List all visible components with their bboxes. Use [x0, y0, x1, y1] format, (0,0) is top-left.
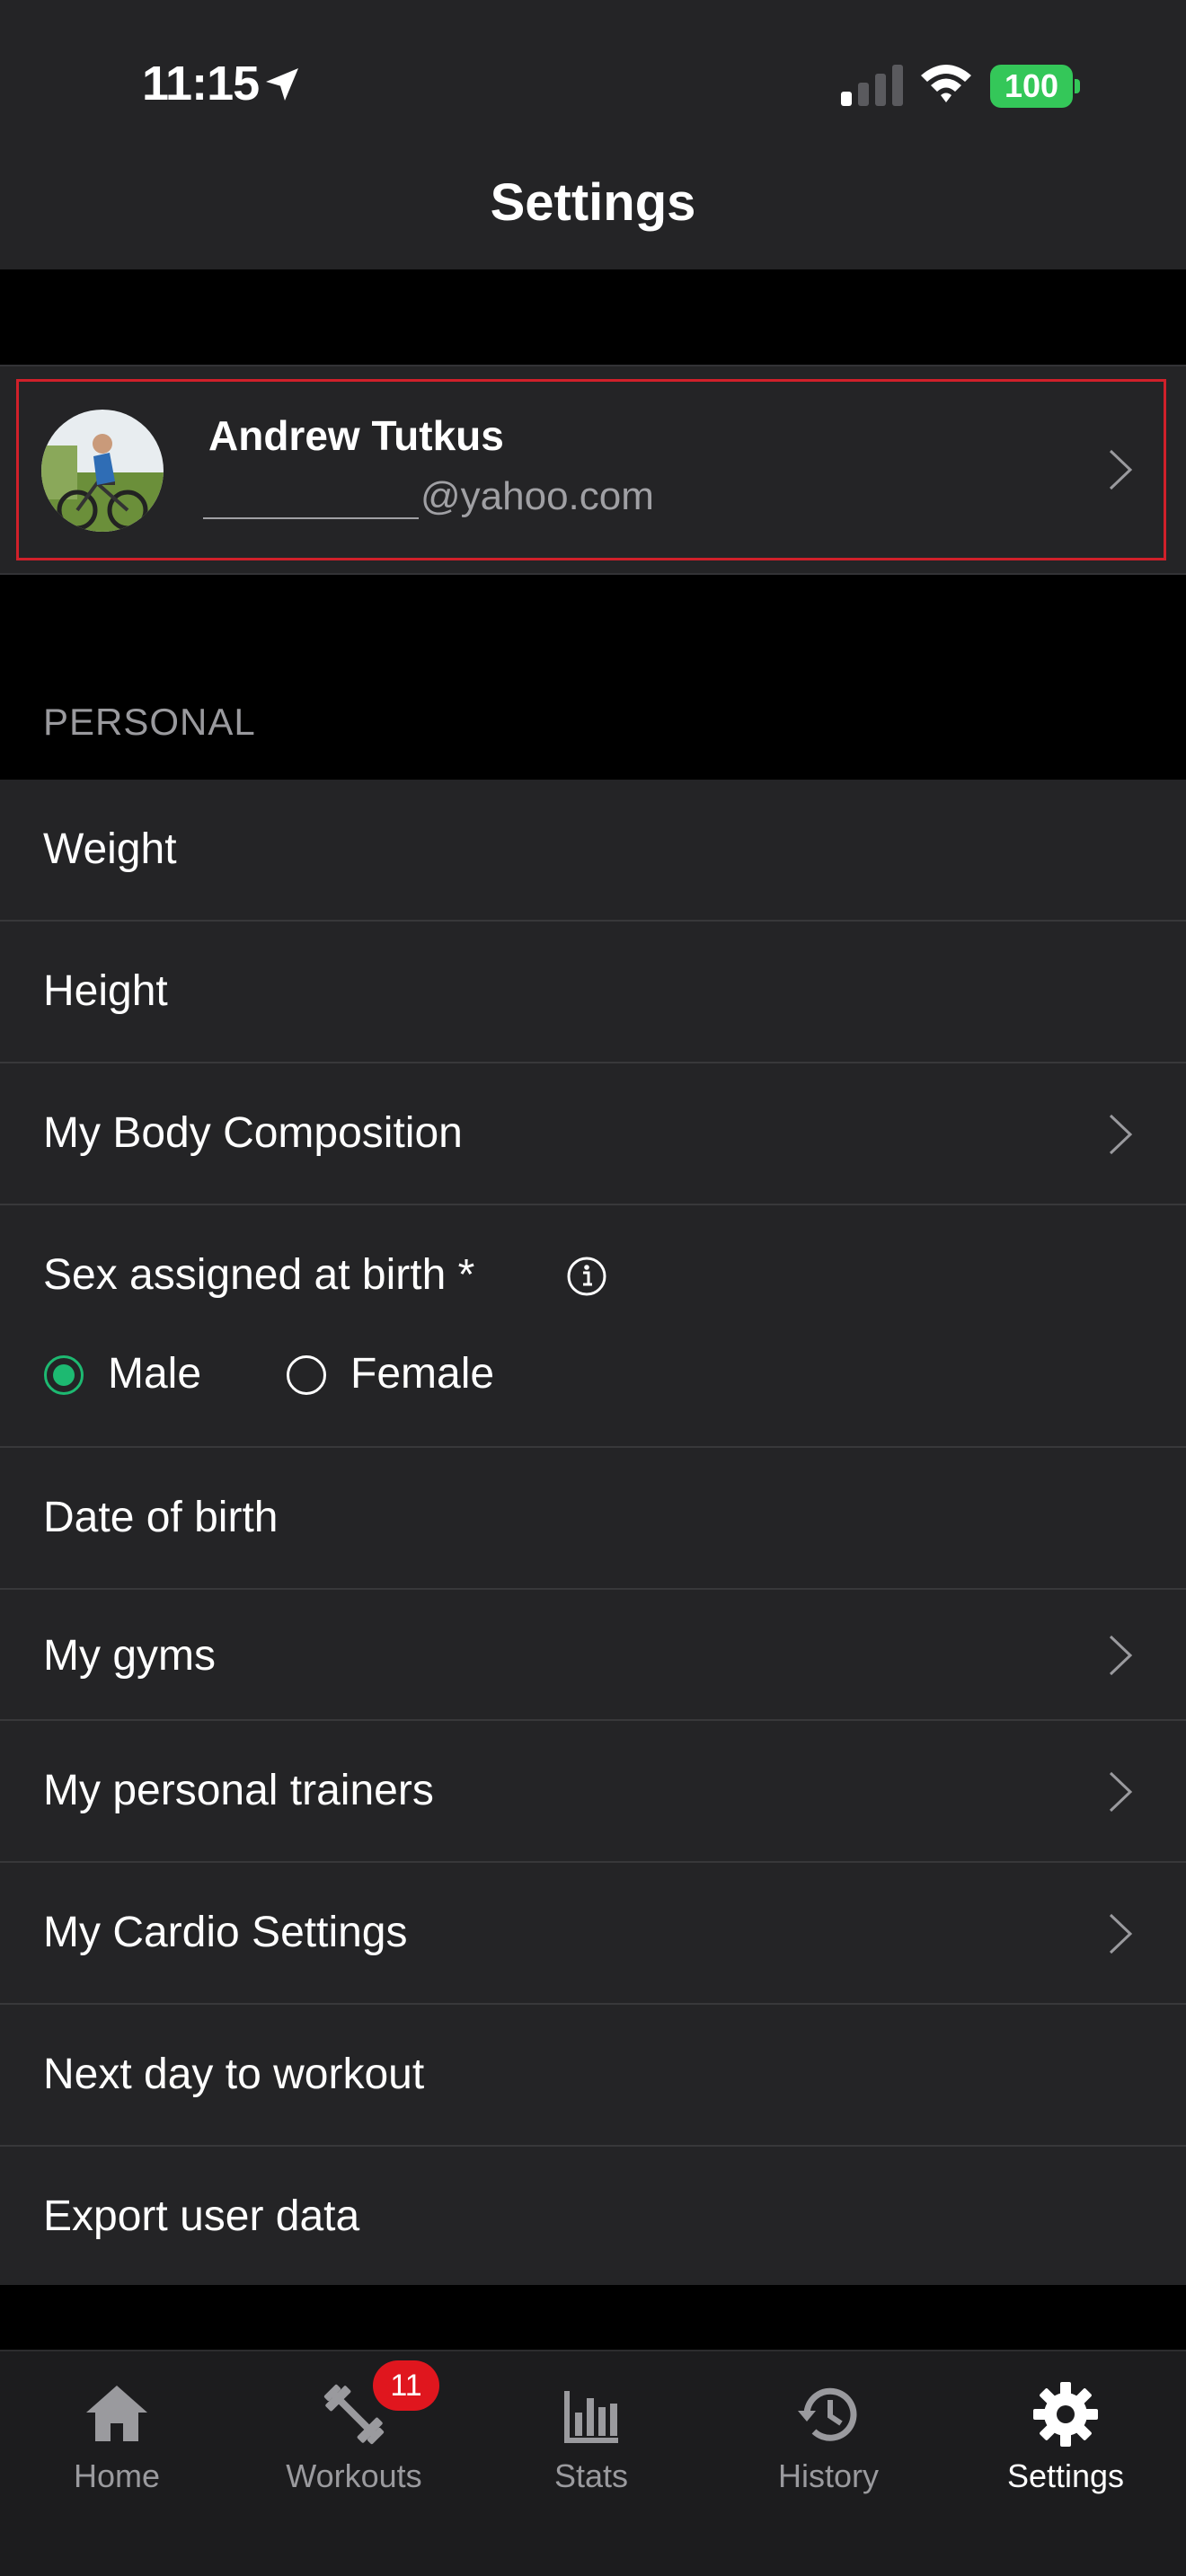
tab-stats[interactable]: Stats: [501, 2351, 681, 2531]
female-option-label[interactable]: Female: [350, 1349, 494, 1398]
chevron-right-icon: [1109, 1771, 1133, 1813]
status-bar: 11:15 100: [0, 0, 1186, 144]
info-icon[interactable]: [566, 1256, 607, 1297]
workouts-badge: 11: [373, 2360, 439, 2411]
chevron-right-icon: [1109, 1114, 1133, 1155]
sex-assigned-row: Sex assigned at birth * Male Female: [0, 1205, 1186, 1448]
female-radio-button[interactable]: [286, 1354, 327, 1396]
cellular-signal-icon: [841, 65, 903, 106]
date-of-birth-label: Date of birth: [43, 1494, 279, 1541]
height-label: Height: [43, 967, 168, 1015]
cardio-settings-label: My Cardio Settings: [43, 1909, 408, 1956]
cardio-settings-row[interactable]: My Cardio Settings: [0, 1863, 1186, 2005]
tab-home-label: Home: [73, 2457, 161, 2494]
chevron-right-icon: [1109, 1913, 1133, 1954]
my-gyms-row[interactable]: My gyms: [0, 1590, 1186, 1721]
tab-bar: Home Workouts Stats History Settings: [0, 2350, 1186, 2576]
location-arrow-icon: [266, 68, 298, 101]
next-day-workout-label: Next day to workout: [43, 2051, 425, 2098]
sex-assigned-label: Sex assigned at birth *: [43, 1251, 475, 1299]
personal-trainers-label: My personal trainers: [43, 1767, 434, 1814]
next-day-workout-row[interactable]: Next day to workout: [0, 2005, 1186, 2147]
chevron-right-icon: [1109, 449, 1133, 490]
home-icon: [86, 2386, 147, 2441]
my-gyms-label: My gyms: [43, 1632, 216, 1680]
tab-settings[interactable]: Settings: [976, 2351, 1155, 2531]
height-row[interactable]: Height: [0, 922, 1186, 1063]
body-composition-label: My Body Composition: [43, 1109, 463, 1157]
personal-settings-list: Weight Height My Body Composition Sex as…: [0, 780, 1186, 2285]
tab-stats-label: Stats: [553, 2457, 629, 2494]
profile-name: Andrew Tutkus: [208, 412, 504, 459]
status-time: 11:15: [142, 57, 260, 110]
gear-icon: [1033, 2382, 1098, 2447]
profile-row[interactable]: Andrew Tutkus @yahoo.com: [0, 365, 1186, 575]
page-title: Settings: [490, 173, 696, 232]
section-header-personal: PERSONAL: [43, 701, 256, 743]
weight-label: Weight: [43, 825, 177, 873]
battery-indicator: 100: [990, 65, 1073, 108]
email-redaction-line: [203, 517, 419, 519]
profile-email: @yahoo.com: [420, 474, 654, 518]
tab-history-label: History: [777, 2457, 879, 2494]
tab-history[interactable]: History: [739, 2351, 918, 2531]
weight-row[interactable]: Weight: [0, 780, 1186, 922]
avatar: [41, 410, 164, 532]
bar-chart-icon: [564, 2391, 618, 2443]
export-user-data-label: Export user data: [43, 2192, 360, 2240]
male-option-label[interactable]: Male: [108, 1349, 201, 1398]
wifi-icon: [921, 65, 971, 102]
tab-settings-label: Settings: [1006, 2457, 1125, 2494]
export-user-data-row[interactable]: Export user data: [0, 2147, 1186, 2285]
chevron-right-icon: [1109, 1635, 1133, 1676]
personal-trainers-row[interactable]: My personal trainers: [0, 1721, 1186, 1863]
tab-workouts-label: Workouts: [286, 2457, 422, 2494]
male-radio-button[interactable]: [43, 1354, 84, 1396]
battery-cap: [1075, 79, 1080, 93]
date-of-birth-row[interactable]: Date of birth: [0, 1448, 1186, 1590]
history-clock-icon: [798, 2387, 857, 2441]
profile-highlight-frame: [16, 379, 1166, 560]
navigation-bar: Settings: [0, 144, 1186, 269]
tab-home[interactable]: Home: [27, 2351, 207, 2531]
body-composition-row[interactable]: My Body Composition: [0, 1063, 1186, 1205]
